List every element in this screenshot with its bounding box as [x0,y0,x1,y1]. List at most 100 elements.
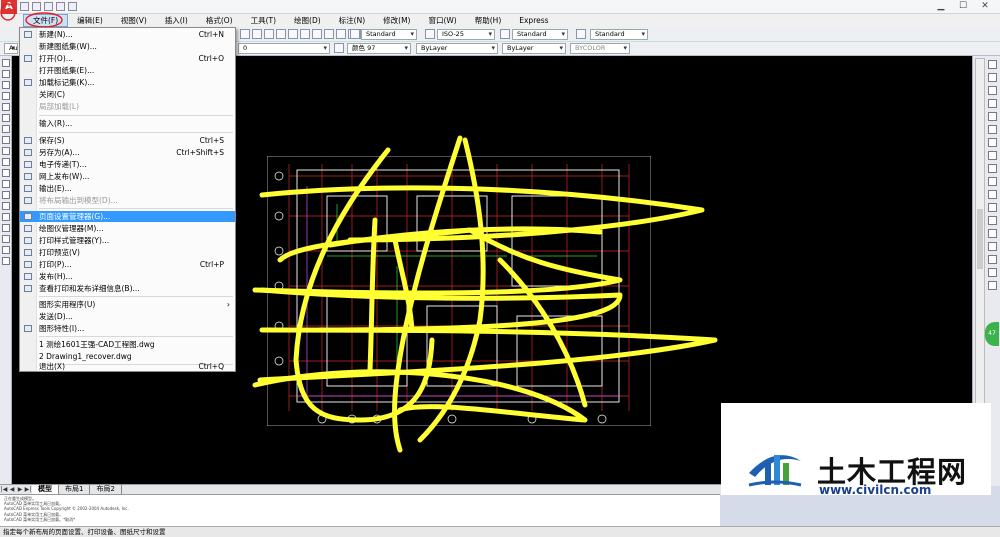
layer-select[interactable]: 0 [238,43,330,54]
dim-style-icon[interactable] [425,29,435,39]
dim-style-select[interactable]: ISO-25 [437,29,495,40]
zoom-icon[interactable] [264,29,274,39]
menu-item-plotter-manager[interactable]: 绘图仪管理器(M)... [20,223,235,234]
menu-item-publish-web[interactable]: 网上发布(W)... [20,171,235,182]
point-icon[interactable] [2,202,10,210]
match-properties-icon[interactable] [240,29,250,39]
minimize-icon[interactable]: ▁ [930,0,952,13]
menu-item-export[interactable]: 输出(E)... [20,183,235,194]
hatch-icon[interactable] [2,213,10,221]
text-style-select[interactable]: Standard [361,29,417,40]
menu-item-close[interactable]: 关闭(C) [20,89,235,100]
menu-view[interactable]: 视图(V) [112,14,156,27]
next-tab-icon[interactable]: ▶ [16,486,24,494]
ellipse-icon[interactable] [2,158,10,166]
insert-block-icon[interactable] [2,180,10,188]
menu-item-plot-details[interactable]: 查看打印和发布详细信息(B)... [20,283,235,294]
menu-help[interactable]: 帮助(H) [466,14,511,27]
offset-icon[interactable] [988,99,997,108]
menu-item-save[interactable]: 保存(S) Ctrl+S [20,135,235,146]
menu-dimension[interactable]: 标注(N) [330,14,374,27]
lineweight-select[interactable]: ByLayer [502,43,566,54]
undo-icon[interactable] [68,2,77,11]
explode-icon[interactable] [988,255,997,264]
menu-tools[interactable]: 工具(T) [242,14,285,27]
arc-icon[interactable] [2,114,10,122]
menu-edit[interactable]: 编辑(E) [68,14,112,27]
multiline-text-icon[interactable] [2,257,10,265]
extend-icon[interactable] [988,190,997,199]
menu-item-recent-1[interactable]: 1 测绘1601王强-CAD工程图.dwg [20,339,235,350]
save-icon[interactable] [44,2,53,11]
prev-tab-icon[interactable]: ◀ [8,486,16,494]
workspace-select[interactable]: AutoCAD [4,43,18,54]
menu-insert[interactable]: 插入(I) [156,14,197,27]
menu-item-load-markup[interactable]: 加载标记集(K)... [20,77,235,88]
revision-cloud-icon[interactable] [2,136,10,144]
print-icon[interactable] [56,2,65,11]
join-icon[interactable] [988,216,997,225]
sheet-set-icon[interactable] [336,29,346,39]
mirror-icon[interactable] [988,86,997,95]
array-icon[interactable] [988,112,997,121]
rotate-icon[interactable] [988,138,997,147]
fillet-icon[interactable] [988,242,997,251]
linetype-select[interactable]: ByLayer [416,43,498,54]
menu-item-drawing-utilities[interactable]: 图形实用程序(U) › [20,299,235,310]
menu-item-drawing-properties[interactable]: 图形特性(I)... [20,323,235,334]
stretch-icon[interactable] [988,164,997,173]
tab-layout2[interactable]: 布局2 [90,485,122,494]
circle-icon[interactable] [2,125,10,133]
autocad-logo-icon[interactable]: A [1,0,17,14]
menu-item-partial-load[interactable]: 局部加载(L) [20,101,235,112]
align-icon[interactable] [988,281,997,290]
properties-icon[interactable] [300,29,310,39]
open-icon[interactable] [32,2,41,11]
maximize-icon[interactable]: ☐ [952,0,974,13]
tool-palettes-icon[interactable] [324,29,334,39]
menu-format[interactable]: 格式(O) [197,14,242,27]
line-icon[interactable] [2,59,10,67]
menu-item-new[interactable]: 新建(N)... Ctrl+N [20,29,235,40]
table-style-icon[interactable] [500,29,510,39]
menu-draw[interactable]: 绘图(D) [285,14,330,27]
menu-window[interactable]: 窗口(W) [419,14,465,27]
table-icon[interactable] [2,246,10,254]
menu-file[interactable]: 文件(F) [23,14,69,27]
tab-layout1[interactable]: 布局1 [59,485,91,494]
menu-item-send[interactable]: 发送(D)... [20,311,235,322]
pan-icon[interactable] [252,29,262,39]
tab-model[interactable]: 模型 [32,485,59,494]
menu-item-etransmit[interactable]: 电子传递(T)... [20,159,235,170]
mleader-style-select[interactable]: Standard [590,29,648,40]
make-block-icon[interactable] [2,191,10,199]
chamfer-icon[interactable] [988,229,997,238]
menu-item-import[interactable]: 输入(R)... [20,118,235,129]
polygon-icon[interactable] [2,92,10,100]
move-icon[interactable] [988,125,997,134]
menu-item-open[interactable]: 打开(O)... Ctrl+O [20,53,235,64]
trim-icon[interactable] [988,177,997,186]
copy-icon[interactable] [988,73,997,82]
ellipse-arc-icon[interactable] [2,169,10,177]
polyline-icon[interactable] [2,81,10,89]
zoom-previous-icon[interactable] [288,29,298,39]
scale-icon[interactable] [988,151,997,160]
menu-item-publish[interactable]: 发布(H)... [20,271,235,282]
pedit-icon[interactable] [988,268,997,277]
gradient-icon[interactable] [2,224,10,232]
menu-item-open-sheet-set[interactable]: 打开图纸集(E)... [20,65,235,76]
zoom-window-icon[interactable] [276,29,286,39]
color-select[interactable]: 颜色 97 [347,43,411,54]
construction-line-icon[interactable] [2,70,10,78]
menu-item-save-as[interactable]: 另存为(A)... Ctrl+Shift+S [20,147,235,158]
mleader-style-icon[interactable] [576,29,586,39]
scroll-thumb[interactable] [977,209,983,269]
menu-item-export-layout[interactable]: 将布局输出到模型(D)... [20,195,235,206]
menu-item-page-setup-manager[interactable]: 页面设置管理器(G)... [20,211,235,222]
break-icon[interactable] [988,203,997,212]
spline-icon[interactable] [2,147,10,155]
menu-modify[interactable]: 修改(M) [374,14,419,27]
menu-item-new-sheet-set[interactable]: 新建图纸集(W)... [20,41,235,52]
last-tab-icon[interactable]: ▶| [24,486,32,494]
